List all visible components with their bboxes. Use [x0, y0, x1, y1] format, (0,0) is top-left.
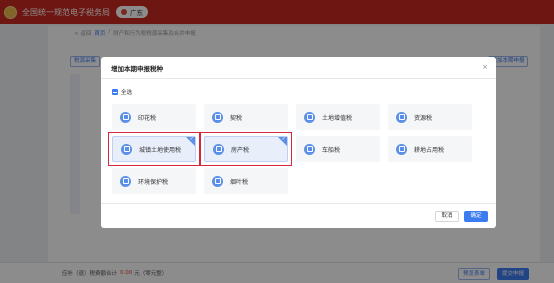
tax-tile-label: 耕地占用税: [414, 146, 445, 154]
tax-tile-deed-tax[interactable]: 契税: [204, 104, 288, 130]
tax-tile-resource-tax[interactable]: 资源税: [388, 104, 472, 130]
tax-tile-land-appreciation[interactable]: 土地增值税: [296, 104, 380, 130]
tax-tile-farmland-occupation[interactable]: 耕地占用税: [388, 136, 472, 162]
tax-tile-label: 环境保护税: [138, 178, 169, 186]
tobacco-leaf-icon: [212, 175, 223, 187]
select-all-checkbox[interactable]: 全选: [112, 88, 132, 96]
tax-tile-label: 土地增值税: [322, 114, 353, 122]
tax-tile-label: 契税: [230, 114, 243, 122]
tax-tile-stamp-duty[interactable]: 印花税: [112, 104, 196, 130]
highlight-box-property-tax: [200, 132, 292, 166]
tax-tile-label: 印花税: [138, 114, 157, 122]
resource-tax-icon: [396, 111, 407, 123]
dialog-header: 增加本期申报税种: [101, 57, 496, 79]
dialog-title: 增加本期申报税种: [111, 64, 163, 73]
stamp-duty-icon: [120, 111, 131, 123]
deed-tax-icon: [212, 111, 223, 123]
close-icon[interactable]: ×: [482, 63, 488, 71]
vehicle-vessel-icon: [304, 143, 315, 155]
cancel-button[interactable]: 取消: [435, 211, 459, 222]
farmland-occupation-icon: [396, 143, 407, 155]
select-all-label: 全选: [121, 90, 133, 96]
confirm-button[interactable]: 确定: [464, 211, 488, 222]
tax-tile-label: 资源税: [414, 114, 433, 122]
checkbox-indeterminate-icon[interactable]: [112, 89, 118, 95]
land-appreciation-icon: [304, 111, 315, 123]
highlight-box-urban-land-use: [108, 132, 200, 166]
tax-tile-environmental-protection[interactable]: 环境保护税: [112, 168, 196, 194]
add-tax-type-dialog: 增加本期申报税种 × 全选 印花税 契税 土地增值税 资源税 城镇土地使用税 ✓: [101, 57, 496, 228]
tax-tile-tobacco-leaf[interactable]: 烟叶税: [204, 168, 288, 194]
environmental-protection-icon: [120, 175, 131, 187]
tax-tile-vehicle-vessel[interactable]: 车船税: [296, 136, 380, 162]
tax-tile-label: 车船税: [322, 146, 341, 154]
tax-tile-label: 烟叶税: [230, 178, 249, 186]
dialog-footer: 取消 确定: [101, 203, 496, 228]
